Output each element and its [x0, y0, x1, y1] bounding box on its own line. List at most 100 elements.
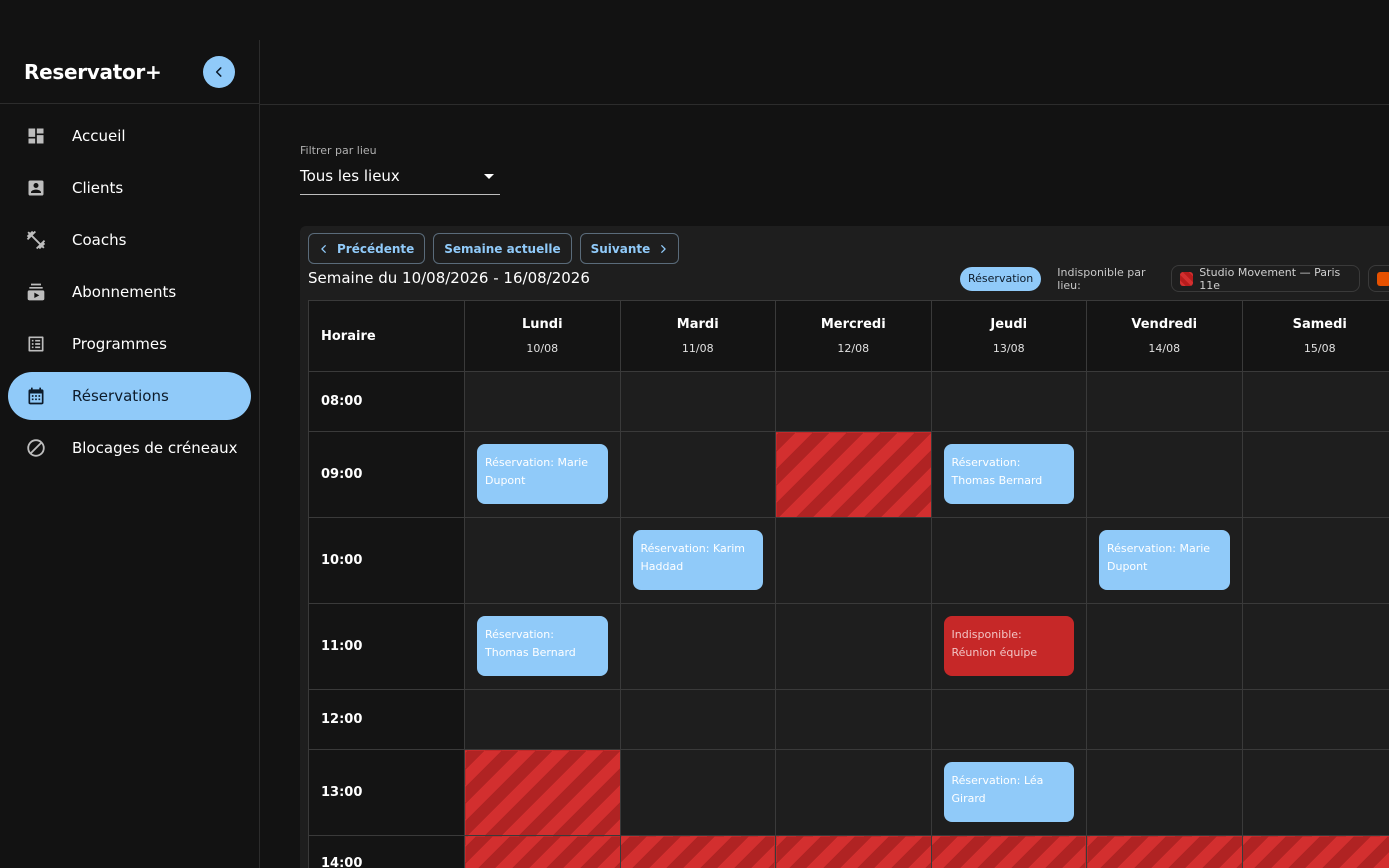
- time-slot[interactable]: [619, 749, 776, 836]
- sidebar-item-blocages[interactable]: Blocages de créneaux: [8, 424, 251, 472]
- current-week-label: Semaine actuelle: [444, 241, 561, 256]
- time-slot[interactable]: [1086, 689, 1243, 750]
- next-week-label: Suivante: [590, 241, 651, 256]
- sidebar-item-label: Abonnements: [72, 283, 177, 301]
- sidebar-item-clients[interactable]: Clients: [8, 164, 251, 212]
- reservation-event[interactable]: Réservation: Marie Dupont: [1099, 530, 1230, 590]
- time-slot[interactable]: [619, 689, 776, 750]
- time-slot[interactable]: [775, 749, 932, 836]
- time-slot[interactable]: [930, 371, 1087, 432]
- day-header-samedi: Samedi 15/08: [1241, 300, 1389, 372]
- calendar-panel: Précédente Semaine actuelle Suivante Sem…: [300, 226, 1389, 868]
- app-root: Reservator+ Accueil Clients Coachs Abonn…: [0, 0, 1389, 868]
- reservation-event[interactable]: Réservation: Marie Dupont: [477, 444, 608, 504]
- time-slot[interactable]: [1241, 371, 1389, 432]
- time-slot[interactable]: Réservation: Thomas Bernard: [930, 431, 1087, 518]
- hour-column-header: Horaire: [308, 300, 465, 372]
- time-slot[interactable]: [775, 603, 932, 690]
- legend-venue-chip[interactable]: Studio Movement — Paris 11e: [1171, 265, 1360, 292]
- blocked-slot[interactable]: [775, 431, 932, 518]
- time-slot[interactable]: Réservation: Thomas Bernard: [464, 603, 621, 690]
- sidebar-item-label: Programmes: [72, 335, 167, 353]
- blocked-slot[interactable]: [1086, 835, 1243, 868]
- sidebar-item-label: Réservations: [72, 387, 169, 405]
- time-slot[interactable]: [464, 517, 621, 604]
- time-slot[interactable]: [1086, 371, 1243, 432]
- blocked-slot[interactable]: [930, 835, 1087, 868]
- day-header-mardi: Mardi 11/08: [619, 300, 776, 372]
- time-slot[interactable]: [464, 689, 621, 750]
- top-bar: [260, 40, 1389, 105]
- current-week-button[interactable]: Semaine actuelle: [433, 233, 572, 264]
- calendar-icon: [24, 384, 48, 408]
- time-slot[interactable]: [1086, 431, 1243, 518]
- time-slot[interactable]: Indisponible: Réunion équipe: [930, 603, 1087, 690]
- time-slot[interactable]: [619, 603, 776, 690]
- legend-venue-chip-2[interactable]: [1368, 265, 1389, 292]
- blocked-slot[interactable]: [775, 835, 932, 868]
- hour-label: 14:00: [308, 835, 465, 868]
- caret-down-icon: [484, 174, 494, 179]
- sidebar-item-accueil[interactable]: Accueil: [8, 112, 251, 160]
- week-grid: Horaire Lundi 10/08 Mardi 11/08 Mercredi 12…: [308, 300, 1389, 868]
- blocked-slot[interactable]: [464, 749, 621, 836]
- day-header-jeudi: Jeudi 13/08: [930, 300, 1087, 372]
- sidebar-item-reservations[interactable]: Réservations: [8, 372, 251, 420]
- blocked-slot[interactable]: [1241, 835, 1389, 868]
- blocked-slot[interactable]: [464, 835, 621, 868]
- sidebar-item-abonnements[interactable]: Abonnements: [8, 268, 251, 316]
- time-slot[interactable]: [1241, 431, 1389, 518]
- subscriptions-icon: [24, 280, 48, 304]
- time-slot[interactable]: [1086, 749, 1243, 836]
- blocked-slot[interactable]: [619, 835, 776, 868]
- sidebar-item-programmes[interactable]: Programmes: [8, 320, 251, 368]
- sidebar-item-label: Clients: [72, 179, 124, 197]
- time-slot[interactable]: Réservation: Marie Dupont: [464, 431, 621, 518]
- hour-row: 08:00: [308, 371, 1389, 432]
- time-slot[interactable]: [464, 371, 621, 432]
- collapse-sidebar-button[interactable]: [203, 56, 235, 88]
- chevron-right-icon: [661, 244, 666, 253]
- legend-unavailable-label: Indisponible par lieu:: [1057, 265, 1146, 292]
- time-slot[interactable]: [619, 371, 776, 432]
- sidebar-item-label: Blocages de créneaux: [72, 439, 238, 457]
- sidebar-item-label: Accueil: [72, 127, 126, 145]
- hour-label: 11:00: [308, 603, 465, 690]
- time-slot[interactable]: [1086, 603, 1243, 690]
- reservation-event[interactable]: Réservation: Léa Girard: [943, 762, 1074, 822]
- unavailable-event[interactable]: Indisponible: Réunion équipe: [943, 616, 1074, 676]
- reservation-event[interactable]: Réservation: Thomas Bernard: [943, 444, 1074, 504]
- hour-row: 10:00 Réservation: Karim Haddad Réservat…: [308, 517, 1389, 604]
- hour-label: 08:00: [308, 371, 465, 432]
- chevron-left-icon: [215, 67, 222, 77]
- sidebar-item-label: Coachs: [72, 231, 127, 249]
- time-slot[interactable]: Réservation: Marie Dupont: [1086, 517, 1243, 604]
- reservation-event[interactable]: Réservation: Karim Haddad: [632, 530, 763, 590]
- time-slot[interactable]: [1241, 603, 1389, 690]
- reservation-event[interactable]: Réservation: Thomas Bernard: [477, 616, 608, 676]
- previous-week-button[interactable]: Précédente: [308, 233, 426, 264]
- sidebar-item-coachs[interactable]: Coachs: [8, 216, 251, 264]
- location-filter: Filtrer par lieu Tous les lieux: [300, 144, 500, 195]
- day-header-lundi: Lundi 10/08: [464, 300, 621, 372]
- time-slot[interactable]: Réservation: Léa Girard: [930, 749, 1087, 836]
- time-slot[interactable]: [1241, 517, 1389, 604]
- location-select-value: Tous les lieux: [300, 167, 400, 185]
- sidebar-nav: Accueil Clients Coachs Abonnements Progr…: [0, 112, 259, 476]
- chevron-left-icon: [321, 244, 326, 253]
- time-slot[interactable]: [930, 689, 1087, 750]
- time-slot[interactable]: [775, 517, 932, 604]
- calendar-header-row: Horaire Lundi 10/08 Mardi 11/08 Mercredi 12…: [308, 300, 1389, 372]
- time-slot[interactable]: [1241, 689, 1389, 750]
- next-week-button[interactable]: Suivante: [579, 233, 680, 264]
- time-slot[interactable]: [1241, 749, 1389, 836]
- location-select[interactable]: Tous les lieux: [300, 165, 500, 195]
- time-slot[interactable]: Réservation: Karim Haddad: [619, 517, 776, 604]
- hour-row: 09:00 Réservation: Marie Dupont Réservat…: [308, 431, 1389, 518]
- time-slot[interactable]: [775, 371, 932, 432]
- time-slot[interactable]: [930, 517, 1087, 604]
- time-slot[interactable]: [775, 689, 932, 750]
- location-filter-label: Filtrer par lieu: [300, 144, 377, 157]
- time-slot[interactable]: [619, 431, 776, 518]
- week-title: Semaine du 10/08/2026 - 16/08/2026: [308, 269, 590, 287]
